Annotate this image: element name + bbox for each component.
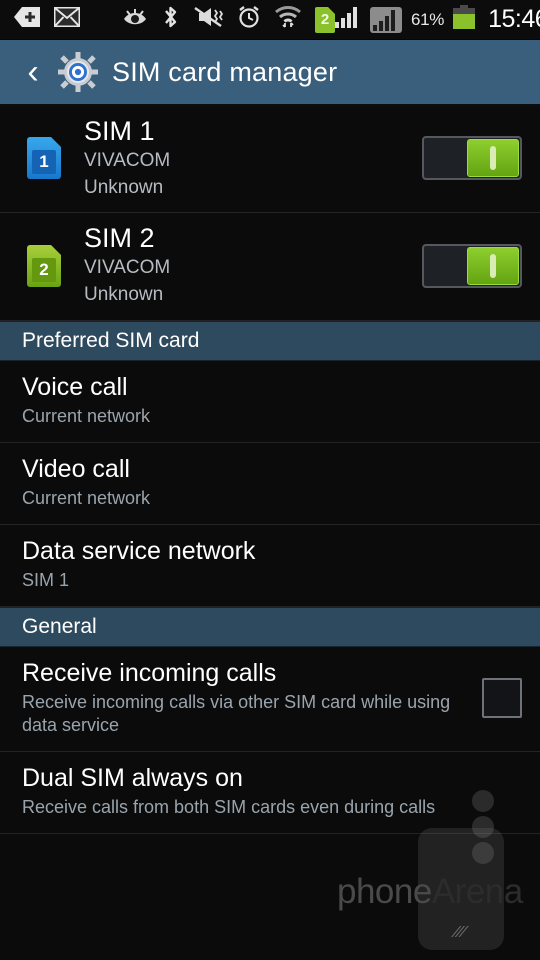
- status-bar-middle-icons: 2: [122, 5, 335, 34]
- battery-icon: [453, 5, 476, 34]
- status-bar-right-icons: 61% 15:46: [335, 5, 540, 34]
- status-bar-left-icons: [14, 6, 81, 32]
- smart-stay-eye-icon: [122, 7, 148, 32]
- sim-1-operator: VIVACOM: [84, 150, 171, 172]
- signal-bars-sim1-icon: [335, 6, 361, 33]
- sim-2-toggle[interactable]: [422, 243, 522, 288]
- row-video-call-value: Current network: [22, 488, 151, 509]
- row-receive-incoming-calls-description: Receive incoming calls via other SIM car…: [22, 692, 451, 736]
- sim-card-2-number: 2: [32, 257, 56, 282]
- sim-1-texts: SIM 1 VIVACOM Unknown: [84, 116, 422, 200]
- row-voice-call[interactable]: Voice call Current network: [0, 360, 540, 443]
- section-header-general: General: [0, 606, 540, 647]
- section-header-preferred-sim: Preferred SIM card: [0, 320, 540, 361]
- settings-gear-icon: [56, 50, 100, 94]
- row-data-service-network-title: Data service network: [22, 536, 256, 565]
- row-voice-call-title: Voice call: [22, 372, 128, 401]
- settings-list: 1 SIM 1 VIVACOM Unknown 2 SIM 2 VIVACOM …: [0, 106, 540, 834]
- sim-2-toggle-thumb: [467, 246, 519, 285]
- sim-2-state: Unknown: [84, 284, 164, 306]
- sim-card-2-icon: 2: [16, 244, 72, 287]
- signal-bars-sim2-icon: [370, 6, 402, 33]
- row-dual-sim-always-on-description: Receive calls from both SIM cards even d…: [22, 797, 436, 818]
- row-dual-sim-always-on-title: Dual SIM always on: [22, 763, 243, 792]
- row-data-service-network[interactable]: Data service network SIM 1: [0, 524, 540, 607]
- message-envelope-icon: [53, 6, 81, 32]
- back-button[interactable]: ‹: [12, 51, 54, 93]
- status-bar: 2 61% 15:46: [0, 0, 540, 40]
- receive-incoming-calls-checkbox[interactable]: [482, 677, 522, 718]
- sim-1-state: Unknown: [84, 176, 164, 198]
- row-receive-incoming-calls-title: Receive incoming calls: [22, 658, 277, 687]
- row-video-call-title: Video call: [22, 454, 130, 483]
- wifi-transfer-icon: [275, 6, 301, 33]
- battery-percent-label: 61%: [411, 9, 445, 29]
- sim-row-1[interactable]: 1 SIM 1 VIVACOM Unknown: [0, 106, 540, 214]
- sim-1-toggle-track: [425, 139, 467, 177]
- row-voice-call-value: Current network: [22, 406, 151, 427]
- page-title: SIM card manager: [112, 56, 338, 87]
- tray-drag-handle-icon[interactable]: ⁄⁄⁄: [418, 924, 504, 942]
- sim-2-name: SIM 2: [84, 223, 155, 254]
- watermark-first: phone: [337, 872, 432, 911]
- back-tag-icon: [14, 7, 40, 32]
- sim-row-2[interactable]: 2 SIM 2 VIVACOM Unknown: [0, 213, 540, 321]
- row-video-call[interactable]: Video call Current network: [0, 442, 540, 525]
- action-bar: ‹ SIM card manager: [0, 40, 540, 106]
- clock-label: 15:46: [488, 5, 540, 33]
- watermark: phoneArena: [337, 872, 523, 912]
- row-data-service-network-value: SIM 1: [22, 570, 70, 591]
- sim-2-toggle-track: [425, 247, 467, 285]
- tray-dot-1: [472, 790, 494, 812]
- alarm-clock-icon: [237, 5, 261, 34]
- sim-1-name: SIM 1: [84, 116, 155, 146]
- sim-2-operator: VIVACOM: [84, 257, 171, 279]
- sim-card-1-icon: 1: [16, 137, 72, 180]
- sim2-badge-label: 2: [320, 11, 330, 28]
- sim-1-toggle[interactable]: [422, 136, 522, 181]
- sim-2-texts: SIM 2 VIVACOM Unknown: [84, 223, 422, 307]
- bluetooth-icon: [162, 5, 179, 34]
- watermark-second: Arena: [431, 872, 523, 911]
- phone-screen: 2 61% 15:46 ‹: [0, 0, 540, 960]
- row-receive-incoming-calls[interactable]: Receive incoming calls Receive incoming …: [0, 646, 540, 752]
- sound-mute-vibrate-icon: [193, 6, 224, 33]
- sim-1-toggle-thumb: [467, 139, 519, 178]
- sim-card-1-number: 1: [32, 150, 56, 175]
- sim2-badge-icon: 2: [315, 6, 335, 33]
- row-dual-sim-always-on[interactable]: Dual SIM always on Receive calls from bo…: [0, 751, 540, 834]
